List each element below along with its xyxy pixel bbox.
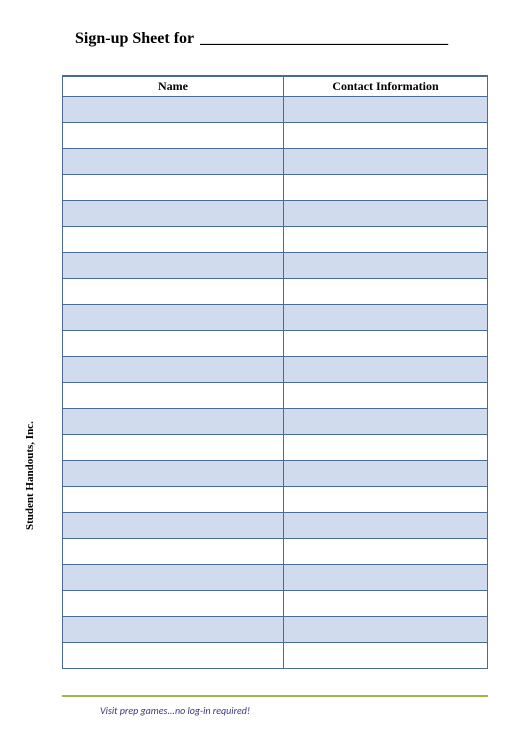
cell-name (63, 538, 284, 564)
signup-table: Name Contact Information (62, 75, 488, 669)
cell-contact (284, 642, 488, 668)
cell-name (63, 174, 284, 200)
cell-name (63, 226, 284, 252)
table-row (63, 174, 488, 200)
cell-name (63, 200, 284, 226)
table-row (63, 148, 488, 174)
cell-name (63, 590, 284, 616)
cell-contact (284, 356, 488, 382)
table-row (63, 252, 488, 278)
cell-contact (284, 148, 488, 174)
table-row (63, 356, 488, 382)
cell-name (63, 564, 284, 590)
cell-contact (284, 564, 488, 590)
table-row (63, 460, 488, 486)
cell-name (63, 96, 284, 122)
table-row (63, 434, 488, 460)
footer-divider (62, 695, 488, 697)
table-row (63, 200, 488, 226)
page-title: Sign-up Sheet for ______________________… (75, 30, 448, 48)
cell-name (63, 382, 284, 408)
cell-contact (284, 382, 488, 408)
side-label: Student Handouts, Inc. (24, 421, 36, 530)
table-row (63, 408, 488, 434)
cell-contact (284, 304, 488, 330)
cell-name (63, 252, 284, 278)
signup-table-wrap: Name Contact Information (62, 75, 488, 669)
cell-name (63, 304, 284, 330)
table-row (63, 122, 488, 148)
cell-contact (284, 408, 488, 434)
cell-name (63, 460, 284, 486)
cell-contact (284, 486, 488, 512)
table-row (63, 590, 488, 616)
table-row (63, 96, 488, 122)
title-prefix: Sign-up Sheet for (75, 30, 194, 48)
cell-contact (284, 512, 488, 538)
cell-name (63, 408, 284, 434)
cell-name (63, 356, 284, 382)
table-row (63, 486, 488, 512)
cell-name (63, 486, 284, 512)
header-contact: Contact Information (284, 76, 488, 96)
table-row (63, 382, 488, 408)
table-row (63, 642, 488, 668)
cell-contact (284, 174, 488, 200)
table-row (63, 304, 488, 330)
table-row (63, 330, 488, 356)
cell-contact (284, 616, 488, 642)
cell-contact (284, 252, 488, 278)
cell-contact (284, 96, 488, 122)
cell-contact (284, 590, 488, 616)
cell-name (63, 642, 284, 668)
cell-contact (284, 226, 488, 252)
header-name: Name (63, 76, 284, 96)
cell-name (63, 122, 284, 148)
table-row (63, 538, 488, 564)
cell-contact (284, 122, 488, 148)
table-row (63, 226, 488, 252)
table-row (63, 278, 488, 304)
cell-contact (284, 330, 488, 356)
table-row (63, 564, 488, 590)
cell-name (63, 148, 284, 174)
cell-contact (284, 200, 488, 226)
cell-contact (284, 278, 488, 304)
cell-name (63, 512, 284, 538)
title-blank-line: _______________________________ (200, 30, 448, 48)
table-row (63, 616, 488, 642)
cell-contact (284, 434, 488, 460)
table-header-row: Name Contact Information (63, 76, 488, 96)
cell-name (63, 330, 284, 356)
cell-name (63, 616, 284, 642)
table-row (63, 512, 488, 538)
cell-contact (284, 460, 488, 486)
footer-text: Visit prep games...no log-in required! (100, 704, 250, 717)
cell-name (63, 434, 284, 460)
cell-name (63, 278, 284, 304)
cell-contact (284, 538, 488, 564)
